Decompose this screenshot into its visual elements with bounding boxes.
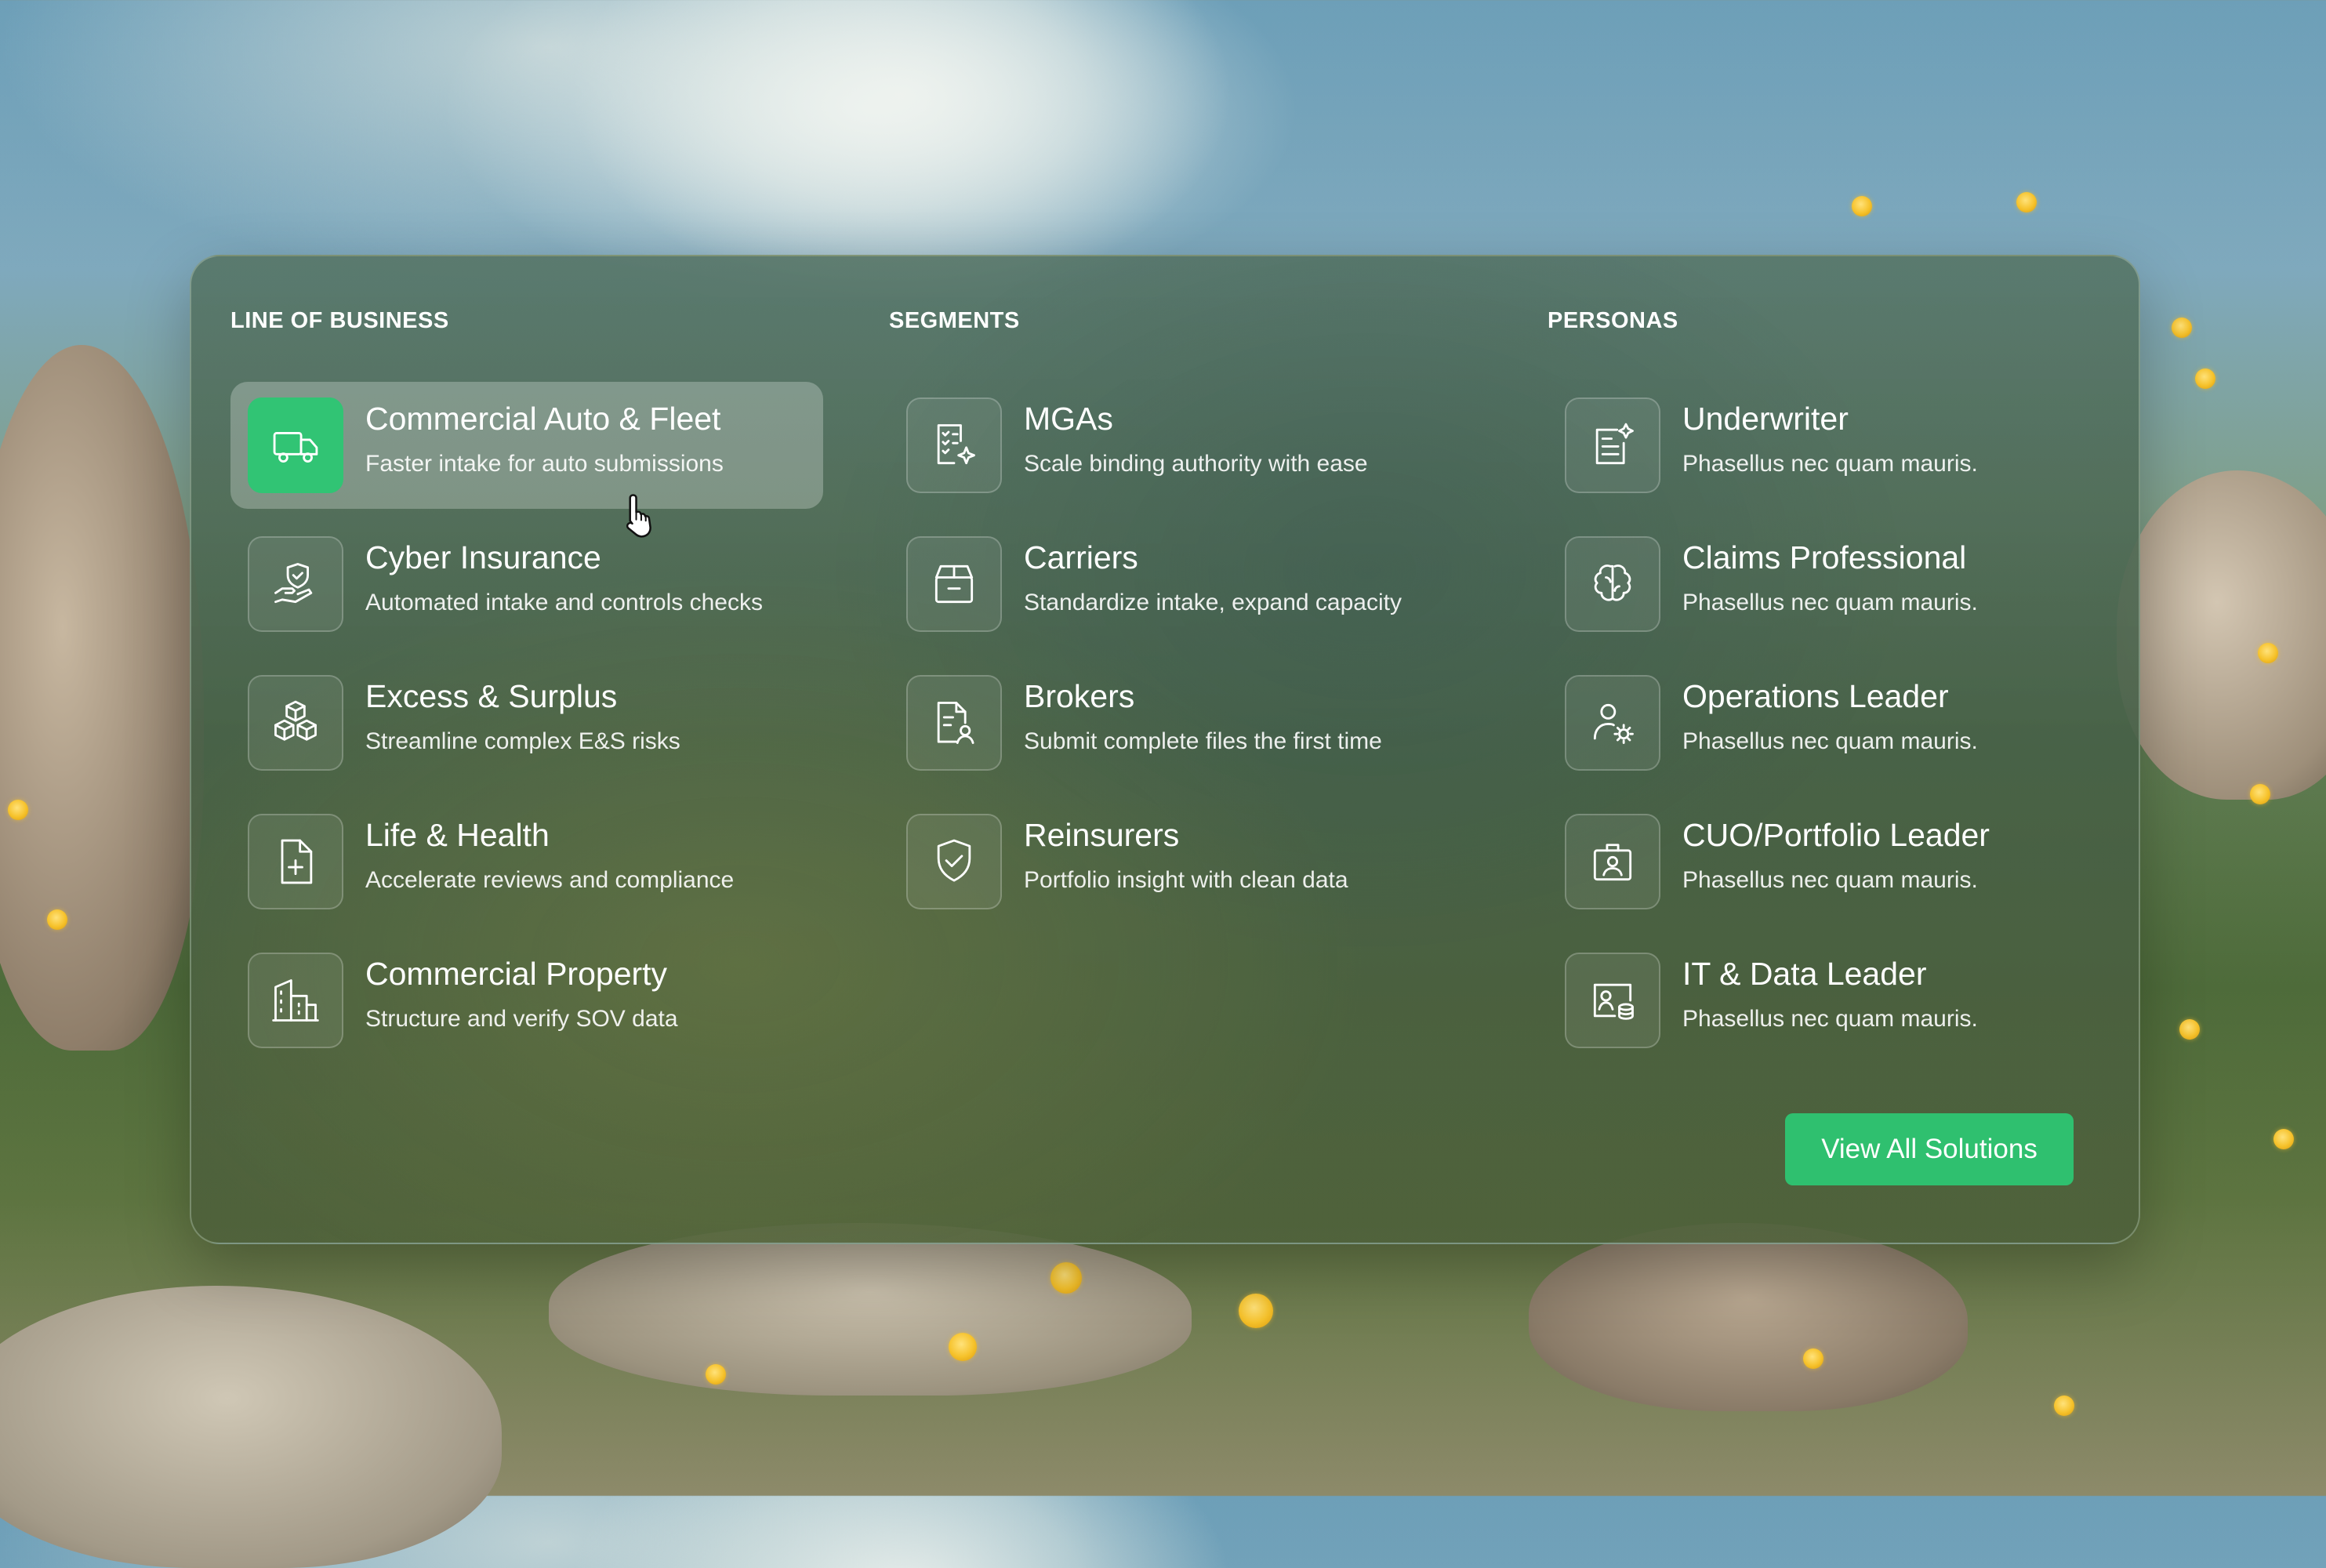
menu-item-subtitle: Phasellus nec quam mauris. bbox=[1682, 451, 1978, 477]
menu-item-title: CUO/Portfolio Leader bbox=[1682, 817, 1990, 853]
solutions-menu-panel: LINE OF BUSINESS SEGMENTS PERSONAS Comme… bbox=[190, 255, 2140, 1244]
menu-item-title: IT & Data Leader bbox=[1682, 956, 1927, 992]
menu-item-title: Carriers bbox=[1024, 539, 1138, 575]
menu-item-subtitle: Phasellus nec quam mauris. bbox=[1682, 728, 1978, 754]
menu-item-commercial-auto-fleet[interactable]: Commercial Auto & Fleet Faster intake fo… bbox=[230, 382, 823, 509]
rock-bottom bbox=[0, 1286, 502, 1568]
menu-item-title: Commercial Auto & Fleet bbox=[365, 401, 721, 437]
menu-item-subtitle: Faster intake for auto submissions bbox=[365, 451, 724, 477]
menu-item-subtitle: Submit complete files the first time bbox=[1024, 728, 1382, 754]
flower bbox=[2016, 192, 2037, 212]
menu-item-subtitle: Phasellus nec quam mauris. bbox=[1682, 1006, 1978, 1032]
menu-item-carriers[interactable]: Carriers Standardize intake, expand capa… bbox=[889, 521, 1482, 648]
user-gear-icon bbox=[1565, 675, 1660, 771]
flower bbox=[1239, 1294, 1273, 1328]
menu-item-subtitle: Phasellus nec quam mauris. bbox=[1682, 867, 1978, 893]
hand-shield-icon bbox=[248, 536, 343, 632]
rock-bottom-center bbox=[549, 1223, 1192, 1396]
flower bbox=[1852, 196, 1872, 216]
truck-icon bbox=[248, 397, 343, 493]
view-all-solutions-button[interactable]: View All Solutions bbox=[1785, 1113, 2074, 1185]
menu-item-subtitle: Phasellus nec quam mauris. bbox=[1682, 590, 1978, 615]
menu-item-subtitle: Structure and verify SOV data bbox=[365, 1006, 678, 1032]
rock-bottom-right bbox=[1529, 1223, 1968, 1411]
document-user-icon bbox=[906, 675, 1002, 771]
document-sparkle-icon bbox=[1565, 397, 1660, 493]
menu-item-it-data-leader[interactable]: IT & Data Leader Phasellus nec quam maur… bbox=[1548, 937, 2140, 1064]
checklist-sparkle-icon bbox=[906, 397, 1002, 493]
rock-left bbox=[0, 345, 204, 1051]
flower bbox=[2054, 1396, 2074, 1416]
flower bbox=[2172, 318, 2192, 338]
menu-item-subtitle: Portfolio insight with clean data bbox=[1024, 867, 1348, 893]
menu-item-underwriter[interactable]: Underwriter Phasellus nec quam mauris. bbox=[1548, 382, 2140, 509]
archive-box-icon bbox=[906, 536, 1002, 632]
flower bbox=[2273, 1129, 2294, 1149]
menu-item-brokers[interactable]: Brokers Submit complete files the first … bbox=[889, 659, 1482, 786]
buildings-icon bbox=[248, 953, 343, 1048]
id-badge-icon bbox=[1565, 814, 1660, 909]
menu-item-cuo-portfolio-leader[interactable]: CUO/Portfolio Leader Phasellus nec quam … bbox=[1548, 798, 2140, 925]
boxes-icon bbox=[248, 675, 343, 771]
menu-item-operations-leader[interactable]: Operations Leader Phasellus nec quam mau… bbox=[1548, 659, 2140, 786]
menu-item-subtitle: Streamline complex E&S risks bbox=[365, 728, 680, 754]
pointer-cursor-icon bbox=[626, 494, 651, 538]
brain-icon bbox=[1565, 536, 1660, 632]
menu-item-commercial-property[interactable]: Commercial Property Structure and verify… bbox=[230, 937, 823, 1064]
menu-item-title: Claims Professional bbox=[1682, 539, 1967, 575]
flower bbox=[2179, 1019, 2200, 1040]
column-heading-segments: SEGMENTS bbox=[889, 308, 1020, 333]
menu-item-reinsurers[interactable]: Reinsurers Portfolio insight with clean … bbox=[889, 798, 1482, 925]
flower bbox=[2250, 784, 2270, 804]
rock-right bbox=[2117, 470, 2326, 800]
menu-item-title: Life & Health bbox=[365, 817, 550, 853]
column-heading-line-of-business: LINE OF BUSINESS bbox=[230, 308, 449, 333]
flower bbox=[949, 1333, 977, 1361]
menu-item-subtitle: Accelerate reviews and compliance bbox=[365, 867, 735, 893]
menu-item-cyber-insurance[interactable]: Cyber Insurance Automated intake and con… bbox=[230, 521, 823, 648]
flower bbox=[47, 909, 67, 930]
flower bbox=[2195, 368, 2215, 389]
menu-item-title: MGAs bbox=[1024, 401, 1113, 437]
flower bbox=[2258, 643, 2278, 663]
menu-item-claims-professional[interactable]: Claims Professional Phasellus nec quam m… bbox=[1548, 521, 2140, 648]
menu-item-title: Brokers bbox=[1024, 678, 1135, 714]
menu-item-title: Commercial Property bbox=[365, 956, 668, 992]
menu-item-excess-surplus[interactable]: Excess & Surplus Streamline complex E&S … bbox=[230, 659, 823, 786]
flower bbox=[1051, 1262, 1082, 1294]
column-heading-personas: PERSONAS bbox=[1548, 308, 1678, 333]
menu-item-subtitle: Scale binding authority with ease bbox=[1024, 451, 1368, 477]
flower bbox=[8, 800, 28, 820]
flower bbox=[706, 1364, 726, 1385]
menu-item-title: Cyber Insurance bbox=[365, 539, 601, 575]
menu-item-subtitle: Automated intake and controls checks bbox=[365, 590, 763, 615]
user-database-icon bbox=[1565, 953, 1660, 1048]
menu-item-subtitle: Standardize intake, expand capacity bbox=[1024, 590, 1402, 615]
flower bbox=[1803, 1348, 1823, 1369]
menu-item-mgas[interactable]: MGAs Scale binding authority with ease bbox=[889, 382, 1482, 509]
medical-file-icon bbox=[248, 814, 343, 909]
menu-item-title: Reinsurers bbox=[1024, 817, 1180, 853]
menu-item-life-health[interactable]: Life & Health Accelerate reviews and com… bbox=[230, 798, 823, 925]
menu-item-title: Excess & Surplus bbox=[365, 678, 618, 714]
shield-check-icon bbox=[906, 814, 1002, 909]
menu-item-title: Underwriter bbox=[1682, 401, 1849, 437]
menu-item-title: Operations Leader bbox=[1682, 678, 1949, 714]
